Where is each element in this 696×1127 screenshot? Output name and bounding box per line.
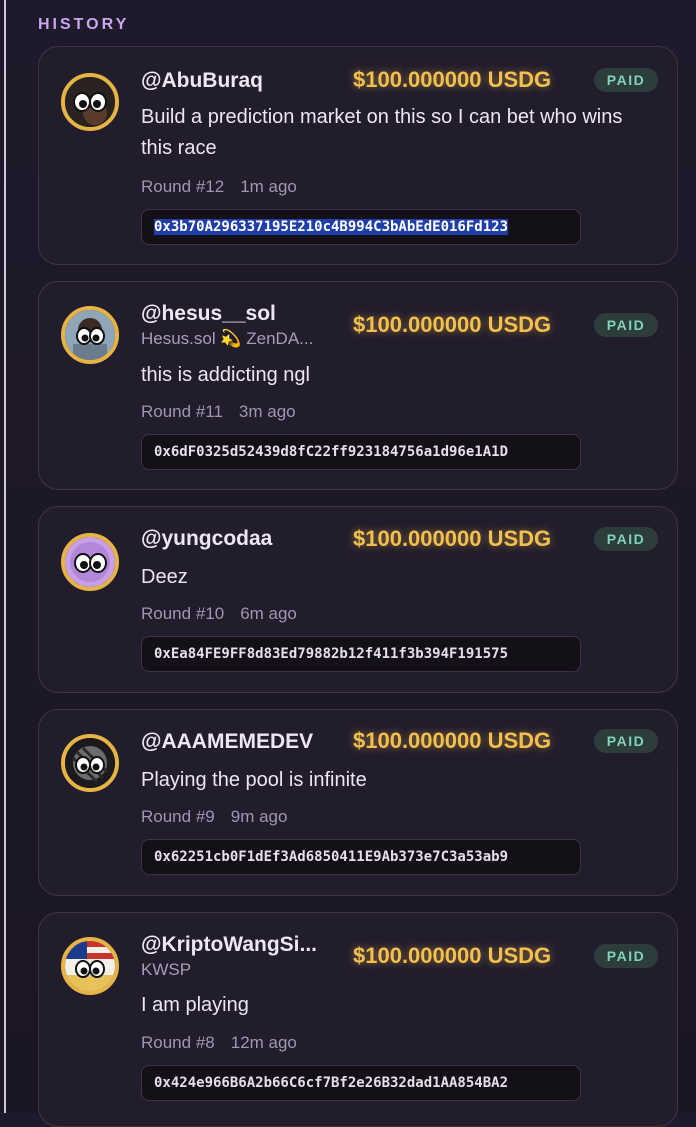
- round-meta: Round #8 12m ago: [141, 1033, 297, 1053]
- status-badge: PAID: [594, 944, 658, 968]
- round-label: Round #10: [141, 604, 225, 623]
- tx-hash-box[interactable]: 0x424e966B6A2b66C6cf7Bf2e26B32dad1AA854B…: [141, 1065, 581, 1101]
- user-handle[interactable]: @hesus__sol: [141, 302, 276, 326]
- dark-avatar-icon: [65, 77, 115, 127]
- display-name: KWSP: [141, 960, 192, 979]
- message-text: this is addicting ngl: [141, 364, 310, 386]
- round-meta: Round #9 9m ago: [141, 807, 287, 827]
- user-handle[interactable]: @AAAMEMEDEV: [141, 730, 313, 754]
- avatar[interactable]: [61, 533, 119, 591]
- photo-avatar-icon: [65, 310, 115, 360]
- round-meta: Round #11 3m ago: [141, 402, 296, 422]
- avatar[interactable]: [61, 937, 119, 995]
- history-card: @AAAMEMEDEV $100.000000 USDG PAID Playin…: [38, 709, 678, 896]
- round-label: Round #11: [141, 402, 223, 421]
- user-handle[interactable]: @yungcodaa: [141, 527, 272, 551]
- time-ago: 3m ago: [238, 402, 296, 421]
- avatar[interactable]: [61, 734, 119, 792]
- display-name: Hesus.sol 💫 ZenDA...: [141, 329, 314, 348]
- history-card: @yungcodaa $100.000000 USDG PAID Deez Ro…: [38, 506, 678, 693]
- status-badge: PAID: [594, 729, 658, 753]
- history-card: @KriptoWangSi... KWSP $100.000000 USDG P…: [38, 912, 678, 1127]
- tx-hash-box[interactable]: 0x3b70A296337195E210c4B994C3bAbEdE016Fd1…: [141, 209, 581, 245]
- flag-avatar-icon: [65, 941, 115, 991]
- history-card: @hesus__sol Hesus.sol 💫 ZenDA... $100.00…: [38, 281, 678, 490]
- tx-hash-box[interactable]: 0xEa84FE9FF8d83Ed79882b12f411f3b394F1915…: [141, 636, 581, 672]
- status-badge: PAID: [594, 68, 658, 92]
- time-ago: 9m ago: [230, 807, 288, 826]
- message-text: Deez: [141, 566, 188, 588]
- tx-hash-box[interactable]: 0x62251cb0F1dEf3Ad6850411E9Ab373e7C3a53a…: [141, 839, 581, 875]
- user-handle[interactable]: @KriptoWangSi...: [141, 933, 317, 957]
- purple-avatar-icon: [65, 537, 115, 587]
- round-meta: Round #10 6m ago: [141, 604, 297, 624]
- message-text: Build a prediction market on this so I c…: [141, 106, 623, 159]
- amount: $100.000000 USDG: [353, 943, 552, 968]
- amount: $100.000000 USDG: [353, 312, 552, 337]
- history-card: @AbuBuraq $100.000000 USDG PAID Build a …: [38, 46, 678, 265]
- tx-hash[interactable]: 0x3b70A296337195E210c4B994C3bAbEdE016Fd1…: [154, 219, 509, 235]
- section-title: HISTORY: [38, 16, 130, 33]
- tx-hash-box[interactable]: 0x6dF0325d52439d8fC22ff923184756a1d96e1A…: [141, 434, 581, 470]
- time-ago: 6m ago: [240, 604, 297, 623]
- status-badge: PAID: [594, 313, 658, 337]
- avatar[interactable]: [61, 73, 119, 131]
- status-badge: PAID: [594, 527, 658, 551]
- tx-hash[interactable]: 0x62251cb0F1dEf3Ad6850411E9Ab373e7C3a53a…: [154, 849, 508, 865]
- striped-avatar-icon: [65, 738, 115, 788]
- time-ago: 12m ago: [230, 1033, 297, 1052]
- message-text: I am playing: [141, 994, 249, 1016]
- round-meta: Round #12 1m ago: [141, 177, 297, 197]
- tx-hash[interactable]: 0xEa84FE9FF8d83Ed79882b12f411f3b394F1915…: [154, 646, 508, 662]
- tx-hash[interactable]: 0x6dF0325d52439d8fC22ff923184756a1d96e1A…: [154, 444, 508, 460]
- round-label: Round #12: [141, 177, 225, 196]
- time-ago: 1m ago: [240, 177, 297, 196]
- user-handle[interactable]: @AbuBuraq: [141, 69, 263, 93]
- avatar[interactable]: [61, 306, 119, 364]
- round-label: Round #8: [141, 1033, 215, 1052]
- tx-hash[interactable]: 0x424e966B6A2b66C6cf7Bf2e26B32dad1AA854B…: [154, 1075, 508, 1091]
- round-label: Round #9: [141, 807, 215, 826]
- amount: $100.000000 USDG: [353, 728, 552, 753]
- amount: $100.000000 USDG: [353, 67, 552, 92]
- message-text: Playing the pool is infinite: [141, 769, 367, 791]
- left-border: [4, 0, 6, 1113]
- amount: $100.000000 USDG: [353, 526, 552, 551]
